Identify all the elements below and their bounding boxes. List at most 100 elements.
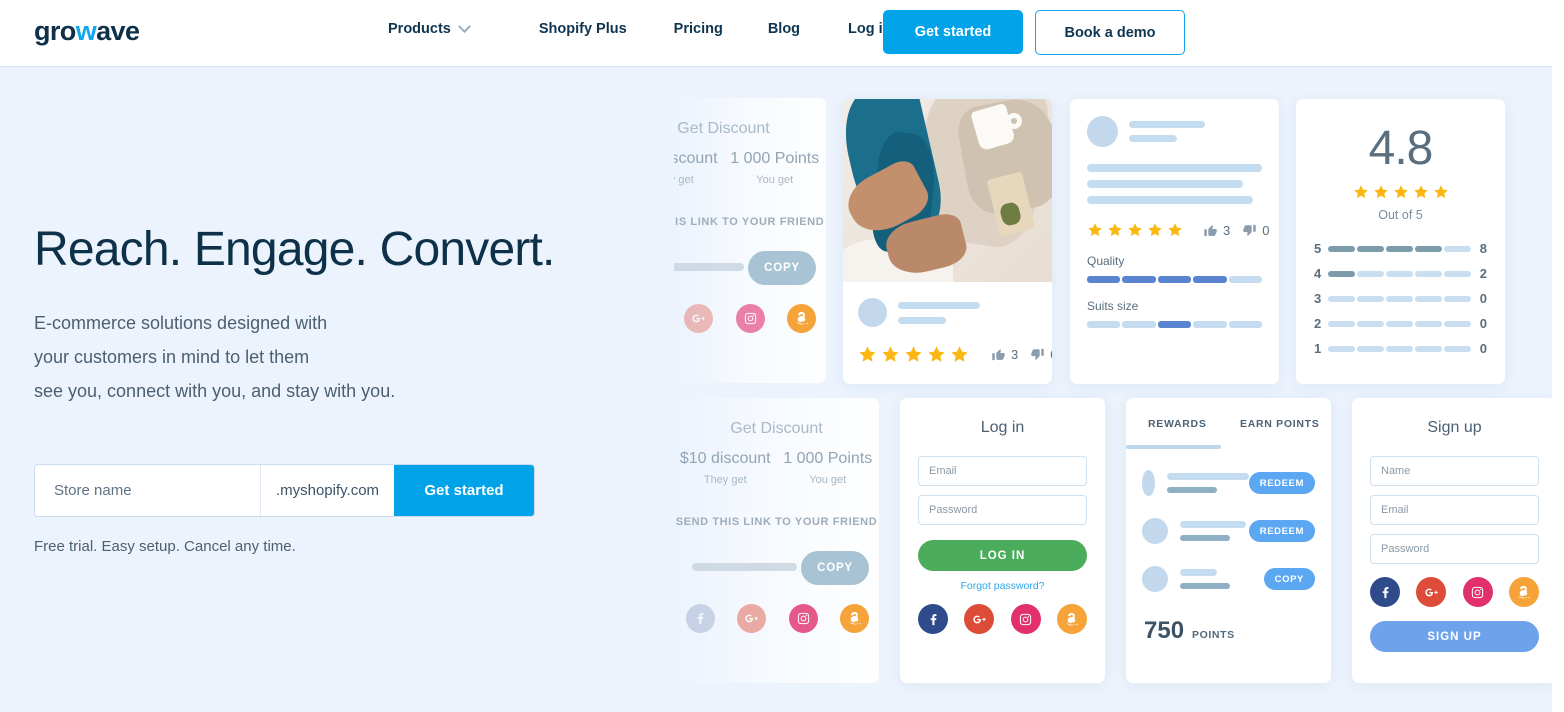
- google-plus-icon[interactable]: [964, 604, 995, 634]
- nav-item-shopify-plus[interactable]: Shopify Plus: [539, 21, 627, 37]
- rating-bar-track: [1328, 320, 1471, 327]
- rating-bar-track: [1328, 295, 1471, 302]
- brand-logo[interactable]: growave: [34, 16, 140, 47]
- star-icon: [1433, 185, 1448, 199]
- thumbs-up-group[interactable]: 3: [1203, 223, 1230, 238]
- facebook-icon[interactable]: [1370, 577, 1400, 607]
- star-icon: [882, 346, 899, 362]
- forgot-password-link[interactable]: Forgot password?: [918, 580, 1087, 592]
- reviewer-lines: [1129, 121, 1262, 142]
- skeleton-line: [898, 301, 980, 309]
- google-plus-icon[interactable]: [1416, 577, 1447, 607]
- discount-you-get-value: 1 000 Points: [783, 450, 873, 467]
- amazon-icon[interactable]: [1508, 577, 1539, 607]
- google-plus-icon[interactable]: [737, 604, 767, 633]
- signup-button[interactable]: SIGN UP: [1370, 621, 1539, 652]
- rating-bar-segment: [1357, 245, 1384, 252]
- instagram-icon[interactable]: [788, 604, 818, 633]
- discount-copy-button[interactable]: COPY: [801, 551, 869, 585]
- discount-columns: $10 discount They get 1 000 Points You g…: [674, 150, 826, 186]
- rating-bar-segment: [1328, 320, 1355, 327]
- login-button[interactable]: LOG IN: [918, 540, 1087, 571]
- list-item: REDEEM: [1142, 459, 1315, 507]
- name-field[interactable]: [1370, 456, 1539, 486]
- discount-copy-button[interactable]: COPY: [748, 251, 816, 285]
- discount-they-get: $10 discount They get: [674, 450, 777, 486]
- hero-subtitle-line-2: your customers in mind to let them: [34, 347, 310, 367]
- star-icon: [1128, 223, 1142, 237]
- rating-bar-segment: [1328, 295, 1355, 302]
- facebook-icon[interactable]: [918, 604, 948, 634]
- google-plus-icon[interactable]: [684, 304, 714, 333]
- thumbs-up-count: 3: [1223, 222, 1231, 238]
- amazon-icon[interactable]: [839, 604, 869, 633]
- rating-bar-segment: [1415, 245, 1442, 252]
- avatar: [1142, 470, 1155, 496]
- facebook-icon[interactable]: [686, 604, 715, 633]
- amazon-icon[interactable]: [1056, 604, 1087, 634]
- hero-subtitle: E-commerce solutions designed with your …: [34, 306, 395, 408]
- rating-bar-segment: [1444, 320, 1471, 327]
- star-icon: [859, 346, 876, 362]
- attribute-segment: [1157, 276, 1192, 283]
- attribute-segment: [1087, 321, 1121, 328]
- nav-item-products-label: Products: [388, 21, 451, 37]
- discount-they-get: $10 discount They get: [674, 150, 724, 186]
- page-scrollbar[interactable]: [1552, 0, 1564, 712]
- instagram-icon[interactable]: [1010, 604, 1041, 634]
- attribute-bar: [1087, 321, 1263, 328]
- login-title: Log in: [980, 419, 1025, 436]
- get-started-button[interactable]: Get started: [883, 10, 1023, 54]
- list-item: COPY: [1142, 555, 1315, 603]
- thumbs-up-group[interactable]: 3: [991, 347, 1018, 362]
- email-field[interactable]: [1370, 495, 1539, 525]
- skeleton-line: [1166, 473, 1249, 480]
- discount-card-inner: Get Discount $10 discount They get 1 000…: [674, 398, 879, 683]
- rewards-list: REDEEM REDEEM COPY: [1126, 459, 1331, 603]
- nav-item-pricing[interactable]: Pricing: [674, 21, 723, 37]
- amazon-icon[interactable]: [786, 304, 816, 333]
- attribute-segment: [1228, 321, 1263, 328]
- book-a-demo-button[interactable]: Book a demo: [1035, 10, 1185, 55]
- list-item: REDEEM: [1142, 507, 1315, 555]
- thumbs-down-group[interactable]: 0: [1242, 223, 1269, 238]
- redeem-button[interactable]: REDEEM: [1248, 520, 1315, 542]
- discount-link-row: COPY: [686, 546, 869, 588]
- rating-bar-segment: [1357, 270, 1384, 277]
- nav-item-products[interactable]: Products: [388, 19, 471, 37]
- skeleton-line: [1166, 487, 1217, 493]
- tab-earn-points[interactable]: EARN POINTS: [1229, 418, 1332, 430]
- attribute-label: Quality: [1087, 254, 1125, 268]
- avatar: [1087, 116, 1118, 147]
- discount-they-get-value: $10 discount: [674, 150, 718, 167]
- star-icon: [1148, 223, 1162, 237]
- email-field[interactable]: [918, 456, 1087, 486]
- redeem-button[interactable]: REDEEM: [1248, 472, 1315, 494]
- discount-card-faded-bottom: Get Discount $10 discount They get 1 000…: [674, 398, 879, 683]
- rating-bar-segment: [1444, 345, 1471, 352]
- instagram-icon[interactable]: [735, 304, 765, 333]
- tab-rewards[interactable]: REWARDS: [1126, 418, 1229, 430]
- rating-bar-track: [1328, 245, 1471, 252]
- password-field[interactable]: [1370, 534, 1539, 564]
- rating-bar-row: 4 2: [1314, 261, 1487, 286]
- skeleton-line: [1129, 135, 1177, 142]
- points-label: POINTS: [1192, 629, 1235, 641]
- thumbs-down-group[interactable]: 0: [1030, 347, 1052, 362]
- copy-button[interactable]: COPY: [1263, 568, 1315, 590]
- rating-bar-segment: [1386, 245, 1413, 252]
- store-name-input[interactable]: [35, 465, 260, 516]
- star-icon: [1088, 223, 1102, 237]
- reviewer-lines: [898, 301, 1037, 324]
- thumbs-down-icon: [1243, 224, 1256, 236]
- hero-get-started-button[interactable]: Get started: [394, 465, 534, 516]
- thumbs-up-icon: [1204, 224, 1217, 236]
- nav-item-blog[interactable]: Blog: [768, 21, 800, 37]
- photo-card-body: 3 0: [843, 282, 1052, 364]
- instagram-icon[interactable]: [1462, 577, 1493, 607]
- skeleton-line: [1180, 569, 1217, 576]
- discount-card-inner: Get Discount $10 discount They get 1 000…: [674, 98, 826, 383]
- login-card-body: Log in LOG IN Forgot password?: [900, 398, 1105, 634]
- password-field[interactable]: [918, 495, 1087, 525]
- star-icon: [1353, 185, 1368, 199]
